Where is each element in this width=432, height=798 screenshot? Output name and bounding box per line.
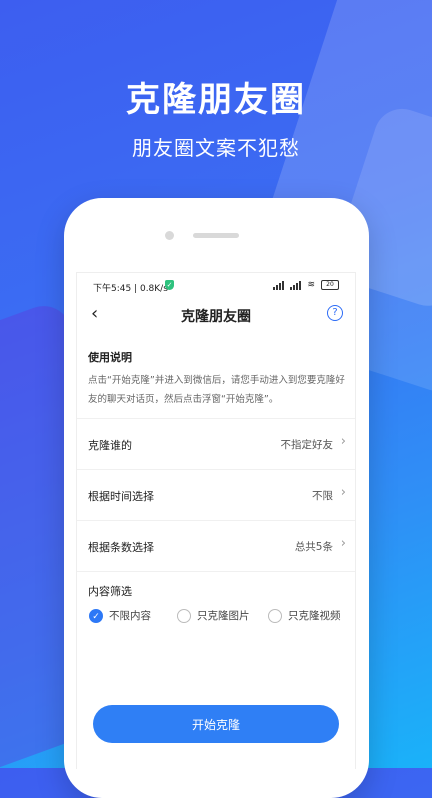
radio-icon (177, 608, 191, 623)
chevron-right-icon: › (340, 536, 346, 551)
speaker-icon (193, 233, 239, 238)
setting-value: 不限 (312, 490, 333, 502)
filter-option-videos[interactable]: 只克隆视频 (268, 608, 341, 623)
divider (77, 571, 355, 572)
setting-value: 总共5条 (294, 541, 333, 553)
shield-icon: ✓ (165, 280, 174, 290)
battery-icon: 20 (321, 280, 339, 290)
setting-label: 克隆谁的 (88, 439, 132, 452)
instructions-title: 使用说明 (88, 351, 132, 364)
start-clone-button[interactable]: 开始克隆 (93, 705, 339, 743)
check-icon: ✓ (89, 608, 103, 623)
help-icon[interactable]: ? (327, 305, 343, 321)
signal-icon (273, 280, 285, 290)
filter-option-images[interactable]: 只克隆图片 (177, 608, 250, 623)
setting-row-time[interactable]: 根据时间选择 不限 › (77, 469, 355, 520)
status-icons: ≋ 20 (273, 280, 339, 290)
setting-row-target[interactable]: 克隆谁的 不指定好友 › (77, 418, 355, 469)
filter-option-label: 只克隆视频 (288, 610, 341, 622)
phone-screen: 下午5:45 | 0.8K/s ✓ ≋ 20 ‹ 克隆朋友圈 ? 使用说明 点击… (76, 272, 356, 769)
filter-option-all[interactable]: ✓ 不限内容 (89, 608, 151, 623)
instructions-text: 点击“开始克隆”并进入到微信后，请您手动进入到您要克隆好友的聊天对话页，然后点击… (88, 375, 345, 405)
chevron-right-icon: › (340, 485, 346, 500)
status-time: 下午5:45 | 0.8K/s (93, 284, 168, 294)
chevron-right-icon: › (340, 434, 346, 449)
status-bar: 下午5:45 | 0.8K/s ✓ ≋ 20 (77, 273, 355, 299)
radio-icon (268, 608, 282, 623)
nav-bar: ‹ 克隆朋友圈 ? (77, 299, 355, 333)
hero-title: 克隆朋友圈 (126, 80, 306, 120)
hero-subtitle: 朋友圈文案不犯愁 (132, 136, 300, 160)
filter-title: 内容筛选 (88, 585, 132, 598)
camera-icon (165, 231, 174, 240)
page-title: 克隆朋友圈 (181, 309, 251, 325)
setting-label: 根据时间选择 (88, 490, 154, 503)
setting-row-count[interactable]: 根据条数选择 总共5条 › (77, 520, 355, 571)
setting-value: 不指定好友 (280, 439, 334, 451)
filter-option-label: 只克隆图片 (197, 610, 250, 622)
signal-icon (290, 280, 302, 290)
setting-label: 根据条数选择 (88, 541, 154, 554)
wifi-icon: ≋ (307, 280, 315, 290)
filter-option-label: 不限内容 (109, 610, 151, 622)
